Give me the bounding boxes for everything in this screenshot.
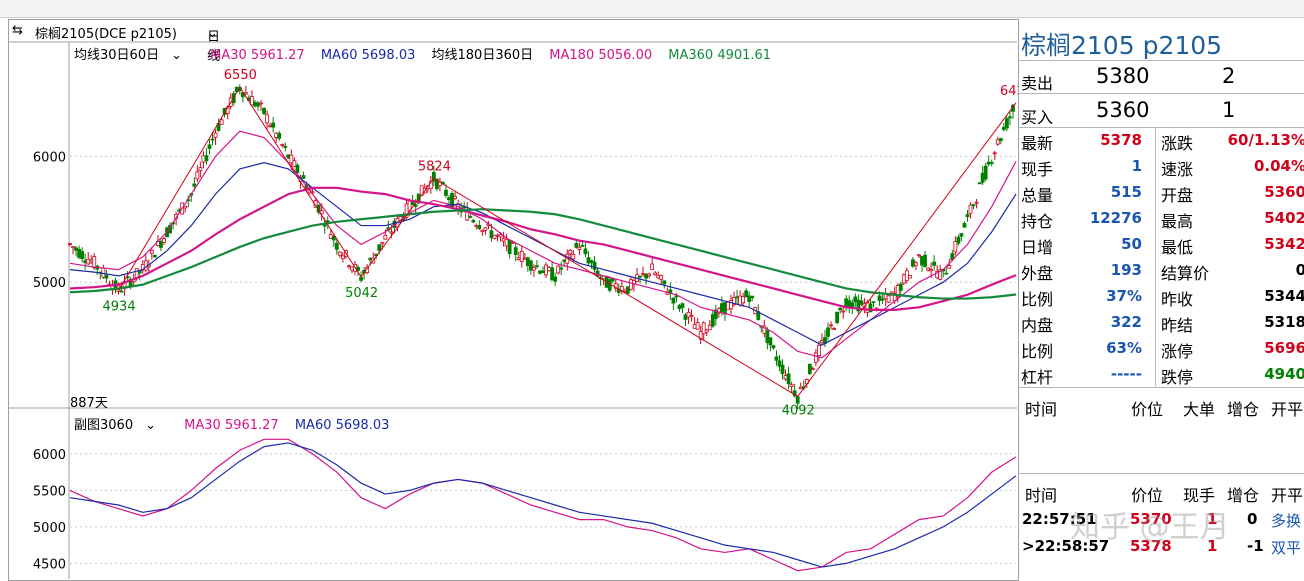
quote-value: 37% <box>1106 287 1142 305</box>
divider <box>1018 93 1304 94</box>
quote-label: 现手 <box>1021 160 1054 179</box>
quote-value: 60/1.13% <box>1227 131 1304 149</box>
quote-value: 1 <box>1131 157 1142 175</box>
column-header: 价位 <box>1131 400 1164 419</box>
top-toolbar-strip <box>0 0 1304 18</box>
divider <box>1155 128 1156 386</box>
quote-value: 0 <box>1295 261 1304 279</box>
quote-label: 最低 <box>1161 238 1194 257</box>
ask-price: 5380 <box>1096 64 1150 88</box>
trade-increase: 0 <box>1247 510 1258 528</box>
quote-title: 棕榈2105 p2105 <box>1021 31 1223 60</box>
quote-value: 63% <box>1106 339 1142 357</box>
divider <box>1018 127 1304 128</box>
column-header: 开平 <box>1271 486 1304 505</box>
quote-value: 5318 <box>1264 313 1304 331</box>
quote-value: ----- <box>1110 365 1142 383</box>
divider <box>1018 60 1304 61</box>
quote-label: 速涨 <box>1161 160 1194 179</box>
quote-label: 结算价 <box>1161 264 1210 283</box>
ma360-legend: MA360 4901.61 <box>668 48 772 63</box>
main-ma-group-selector[interactable]: 均线30日60日 ⌄ <box>74 48 194 63</box>
trade-increase: -1 <box>1247 537 1264 555</box>
quote-label: 开盘 <box>1161 186 1194 205</box>
column-header: 大单 <box>1183 400 1216 419</box>
ma60-legend: MA60 5698.03 <box>320 48 416 63</box>
trade-type: 多换 <box>1271 512 1302 530</box>
quote-label: 持仓 <box>1021 212 1054 231</box>
quote-label: 比例 <box>1021 290 1054 309</box>
symbol-label: 棕榈2105(DCE p2105) <box>35 27 177 42</box>
sub-group-selector[interactable]: 副图3060 ⌄ <box>74 418 168 433</box>
quote-label: 总量 <box>1021 186 1054 205</box>
quote-value: 5402 <box>1264 209 1304 227</box>
quote-label: 昨收 <box>1161 290 1194 309</box>
quote-value: 5360 <box>1264 183 1304 201</box>
chevron-down-icon: ⌄ <box>207 26 218 41</box>
long-ma-group-label[interactable]: 均线180日360日 <box>432 48 534 63</box>
column-header: 时间 <box>1025 400 1058 419</box>
sub-ma30-legend: MA30 5961.27 <box>184 418 279 433</box>
ask-volume: 2 <box>1222 64 1236 88</box>
quote-label: 昨结 <box>1161 316 1194 335</box>
ma30-legend: MA30 5961.27 <box>210 48 305 63</box>
watermark: 知乎 @王月 <box>1070 510 1230 545</box>
quote-label: 内盘 <box>1021 316 1054 335</box>
chart-type-icon[interactable]: ⇆ <box>12 23 23 38</box>
quote-label: 比例 <box>1021 342 1054 361</box>
chart-titlebar: ⇆ 棕榈2105(DCE p2105) 日线 ⌄ <box>9 20 1017 64</box>
quote-label: 最高 <box>1161 212 1194 231</box>
quote-value: 5342 <box>1264 235 1304 253</box>
quote-value: 50 <box>1121 235 1142 253</box>
main-ma-legend: 均线30日60日 ⌄ MA30 5961.27 MA60 5698.03 均线18… <box>74 44 783 63</box>
chart-frame <box>8 19 1020 581</box>
quote-value: 515 <box>1110 183 1142 201</box>
quote-label: 涨停 <box>1161 342 1194 361</box>
quote-label: 最新 <box>1021 134 1054 153</box>
sub-ma-legend: 副图3060 ⌄ MA30 5961.27 MA60 5698.03 <box>74 414 401 433</box>
quote-label: 杠杆 <box>1021 368 1054 387</box>
quote-value: 0.04% <box>1253 157 1304 175</box>
column-header: 时间 <box>1025 486 1058 505</box>
quote-label: 日增 <box>1021 238 1054 257</box>
quote-value: 5378 <box>1100 131 1142 149</box>
quote-value: 5696 <box>1264 339 1304 357</box>
chevron-down-icon: ⌄ <box>171 48 182 63</box>
column-header: 增仓 <box>1227 486 1260 505</box>
bid-label: 买入 <box>1021 108 1054 127</box>
sub-ma60-legend: MA60 5698.03 <box>294 418 390 433</box>
days-label: 887天 <box>70 396 108 411</box>
divider <box>1018 387 1304 388</box>
quote-label: 涨跌 <box>1161 134 1194 153</box>
sub-group-label: 副图3060 <box>74 418 134 433</box>
ma180-legend: MA180 5056.00 <box>549 48 653 63</box>
divider <box>1018 473 1304 474</box>
quote-value: 193 <box>1110 261 1142 279</box>
bid-volume: 1 <box>1222 98 1236 122</box>
trade-type: 双平 <box>1271 539 1302 557</box>
quote-value: 5344 <box>1264 287 1304 305</box>
quote-value: 4940 <box>1264 365 1304 383</box>
quote-label: 跌停 <box>1161 368 1194 387</box>
quote-value: 12276 <box>1089 209 1142 227</box>
quote-value: 322 <box>1110 313 1142 331</box>
main-ma-group-label: 均线30日60日 <box>74 48 160 63</box>
quote-label: 外盘 <box>1021 264 1054 283</box>
ask-label: 卖出 <box>1021 74 1054 93</box>
chevron-down-icon: ⌄ <box>145 418 156 433</box>
column-header: 开平 <box>1271 400 1304 419</box>
bid-price: 5360 <box>1096 98 1150 122</box>
column-header: 增仓 <box>1227 400 1260 419</box>
